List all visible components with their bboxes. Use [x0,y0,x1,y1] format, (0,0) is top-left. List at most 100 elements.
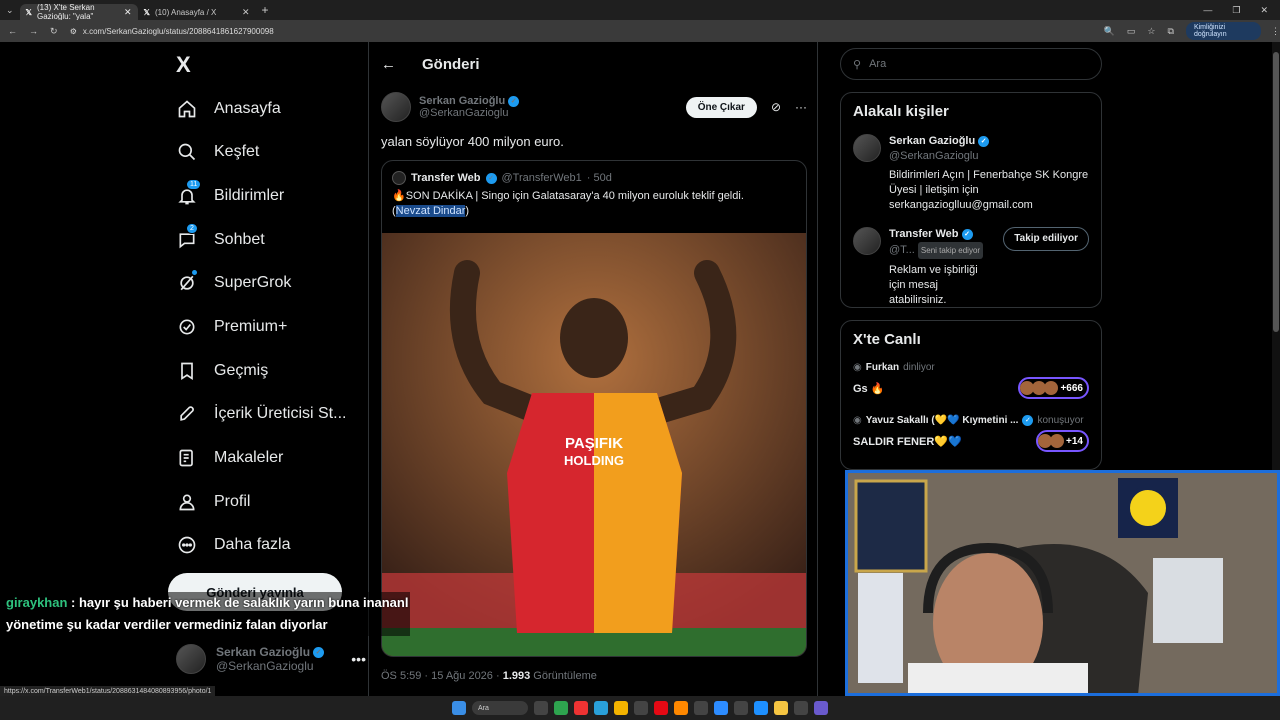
grok-icon[interactable]: ⊘ [771,100,781,114]
related-title: Alakalı kişiler [853,103,949,120]
listeners-badge: +14 [1036,430,1089,452]
person-item[interactable]: Serkan Gazioğlu ✓ @SerkanGazioglu Bildiri… [841,130,1101,217]
sidebar-item-notifications[interactable]: 11 Bildirimler [176,179,285,209]
sidebar-item-label: Premium+ [214,318,288,335]
verify-identity-button[interactable]: Kimliğinizi doğrulayın [1185,22,1261,40]
extensions-icon[interactable]: ⧉ [1168,26,1174,37]
article-icon [176,447,198,469]
address-icons: 🔍 ▭ ☆ ⧉ [1104,26,1174,37]
site-info-icon[interactable]: ⚙ [70,27,77,36]
listener-icon: ◉ [853,415,862,426]
page-header: ← Gönderi [369,42,817,86]
sidebar-item-creator-studio[interactable]: İçerik Üreticisi St... [176,401,346,427]
app-icon[interactable] [814,701,828,715]
chrome-icon[interactable] [614,701,628,715]
app-icon[interactable] [754,701,768,715]
sidebar-item-premium[interactable]: Premium+ [176,314,287,340]
back-icon[interactable]: ← [8,26,17,37]
person-name: Transfer Web [889,228,959,240]
start-icon[interactable] [452,701,466,715]
whatsapp-icon[interactable] [554,701,568,715]
account-switcher[interactable]: Serkan Gazioğlu ✓ @SerkanGazioglu ••• [176,644,366,674]
close-window-icon[interactable]: ✕ [1260,5,1268,16]
view-label: Görüntüleme [533,670,597,682]
cast-icon[interactable]: ▭ [1127,26,1136,37]
quote-photo[interactable]: PAŞIFIK HOLDING [382,233,806,656]
live-space-item[interactable]: ◉ Yavuz Sakallı (💛💙 Kıymetini ... ✓ konuşuy… [841,411,1101,456]
netflix-icon[interactable] [654,701,668,715]
person-item[interactable]: Transfer Web ✓ @T... Seni takip ediyor Re… [841,223,1101,312]
vlc-icon[interactable] [674,701,688,715]
new-tab-icon[interactable]: + [262,3,269,17]
x-favicon-icon: 𝕏 [143,7,150,17]
quoted-tweet[interactable]: Transfer Web ✓ @TransferWeb1 · 50d 🔥SON … [381,160,807,657]
space-host: Yavuz Sakallı (💛💙 Kıymetini ... [865,415,1019,426]
svg-text:HOLDING: HOLDING [564,453,624,468]
live-space-item[interactable]: ◉ Furkan dinliyor Gs 🔥 +666 [841,358,1101,403]
sidebar-item-label: Profil [214,493,251,510]
person-bio: Reklam ve işbirliği için mesaj atabilirs… [889,264,978,306]
space-status: dinliyor [903,362,935,373]
player-photo-illustration: PAŞIFIK HOLDING [382,233,806,656]
taskbar-search-label: Ara [478,704,489,712]
account-handle: @SerkanGazioglu [216,659,314,673]
sidebar-item-supergrok[interactable]: SuperGrok [176,270,291,296]
tab-menu-icon[interactable]: ⌄ [0,5,20,16]
app-icon[interactable] [534,701,548,715]
window-controls: — ❐ ✕ [1203,5,1280,16]
zoom-app-icon[interactable] [714,701,728,715]
quote-source-highlight: Nevzat Dindar [395,205,466,217]
author-name[interactable]: Serkan Gazioğlu [419,95,505,107]
quote-header: Transfer Web ✓ @TransferWeb1 · 50d [382,161,806,185]
live-title: X'te Canlı [853,331,921,348]
close-tab-icon[interactable]: ✕ [242,7,250,18]
sidebar-item-home[interactable]: Anasayfa [176,96,281,122]
following-button[interactable]: Takip ediliyor [1003,227,1089,251]
sidebar-item-history[interactable]: Geçmiş [176,358,268,384]
sidebar-item-more[interactable]: Daha fazla [176,532,291,558]
browser-tab-active[interactable]: 𝕏 (13) X'te Serkan Gazioğlu: "yala" ✕ [19,3,138,21]
more-dots-icon[interactable]: ••• [351,651,366,667]
verified-icon [176,316,198,338]
sidebar-item-label: Bildirimler [214,187,285,204]
maximize-icon[interactable]: ❐ [1232,5,1240,16]
x-logo-icon[interactable]: X [176,52,191,78]
zoom-icon[interactable]: 🔍 [1104,26,1115,37]
back-arrow-icon[interactable]: ← [381,56,396,73]
app-icon[interactable] [634,701,648,715]
author-handle[interactable]: @SerkanGazioglu [419,107,519,119]
sidebar-item-chat[interactable]: 2 Sohbet [176,223,265,253]
main-column: ← Gönderi Serkan Gazioğlu ✓ @SerkanGaziog… [368,42,818,696]
tweet-meta: ÖS 5:59 · 15 Ağu 2026 · 1.993 Görüntülem… [381,670,597,682]
app-icon[interactable] [694,701,708,715]
promote-button[interactable]: Öne Çıkar [685,96,757,118]
tweet-timestamp[interactable]: ÖS 5:59 · 15 Ağu 2026 · [381,670,500,682]
star-icon[interactable]: ☆ [1147,26,1155,37]
app-icon[interactable] [794,701,808,715]
reload-icon[interactable]: ↻ [50,26,58,37]
telegram-icon[interactable] [594,701,608,715]
youtube-icon[interactable] [574,701,588,715]
sidebar-item-explore[interactable]: Keşfet [176,139,259,165]
address-bar: ← → ↻ ⚙ x.com/SerkanGazioglu/status/2088… [0,20,1280,42]
quote-time: · 50d [586,172,612,184]
taskbar-search[interactable]: Ara [472,701,528,715]
sidebar-item-profile[interactable]: Profil [176,489,250,515]
close-tab-icon[interactable]: ✕ [124,7,132,18]
app-icon[interactable] [734,701,748,715]
chat-username: giraykhan [6,595,68,610]
avatar [392,171,406,185]
sidebar-item-articles[interactable]: Makaleler [176,445,283,471]
avatar[interactable] [381,92,411,122]
forward-icon[interactable]: → [29,26,38,37]
search-input[interactable]: ⚲ Ara [840,48,1102,80]
new-dot-icon [192,270,197,275]
folder-icon[interactable] [774,701,788,715]
browser-tab[interactable]: 𝕏 (10) Anasayfa / X ✕ [138,4,256,20]
sidebar-item-label: Geçmiş [214,362,269,379]
quote-author-handle: @TransferWeb1 [501,172,582,184]
menu-icon[interactable]: ⋮ [1271,26,1280,37]
url-field[interactable]: ⚙ x.com/SerkanGazioglu/status/2088641861… [64,23,1094,39]
minimize-icon[interactable]: — [1203,5,1212,16]
more-dots-icon[interactable]: ··· [795,100,807,114]
